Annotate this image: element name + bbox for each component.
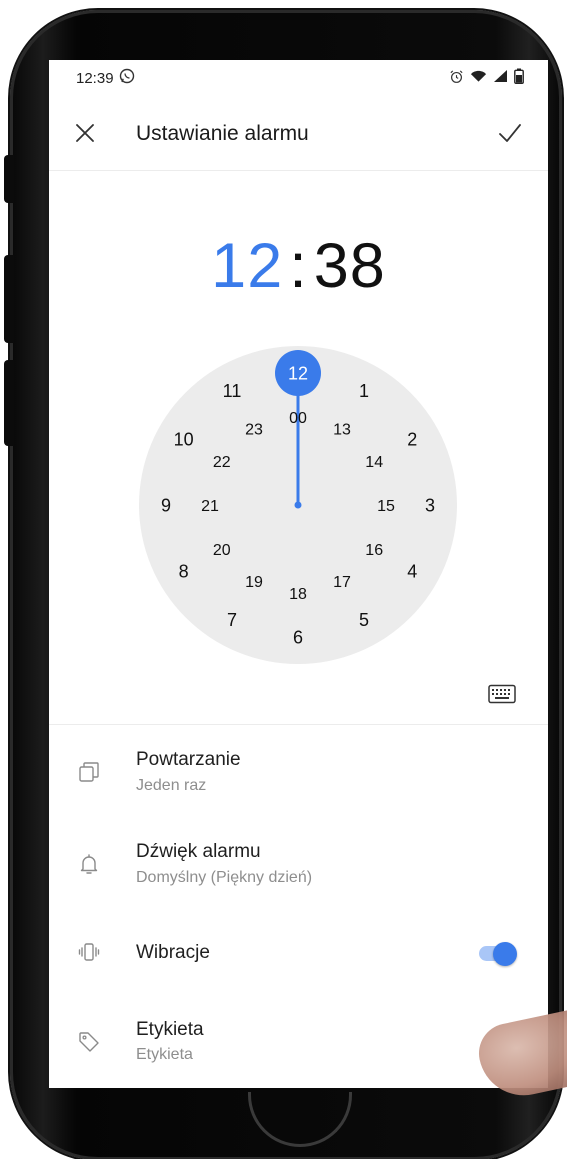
hours-value[interactable]: 12 xyxy=(211,231,283,301)
hour-dial[interactable]: 12 1 2 3 4 5 6 7 8 9 10 11 00 13 14 15 16 17 18 19 20 21 22 23 xyxy=(139,346,457,664)
dial-outer-number[interactable]: 2 xyxy=(407,429,417,449)
app-header: Ustawianie alarmu xyxy=(49,96,548,171)
dial-inner-number[interactable]: 15 xyxy=(377,498,395,515)
vibration-row[interactable]: Wibracje xyxy=(49,928,548,978)
page-title: Ustawianie alarmu xyxy=(136,122,309,145)
tag-value: Etykieta xyxy=(136,1046,193,1063)
hour-dial-svg[interactable]: 121234567891011 001314151617181920212223 xyxy=(139,346,457,664)
dial-inner-number[interactable]: 13 xyxy=(333,422,351,439)
dial-outer-number[interactable]: 1 xyxy=(359,381,369,401)
wifi-icon xyxy=(470,70,487,82)
toggle-knob xyxy=(493,942,517,966)
battery-icon xyxy=(514,68,524,84)
dial-center xyxy=(294,501,302,509)
dial-inner-number[interactable]: 19 xyxy=(245,574,263,591)
repeat-row[interactable]: Powtarzanie Jeden raz xyxy=(49,740,548,820)
dial-outer-number[interactable]: 7 xyxy=(227,610,237,630)
dial-outer-number[interactable]: 11 xyxy=(223,381,242,401)
alarm-sound-row[interactable]: Dźwięk alarmu Domyślny (Piękny dzień) xyxy=(49,832,548,912)
alarm-clock-icon xyxy=(450,69,463,83)
vibrate-icon xyxy=(78,943,100,961)
phone-screen: 12:39 Ustawianie alarmu 12:38 12 1 2 3 4… xyxy=(49,60,548,1088)
status-icons xyxy=(449,68,524,84)
dial-outer-number[interactable]: 12 xyxy=(288,363,308,383)
label-row[interactable]: Etykieta Etykieta xyxy=(49,1010,548,1088)
tag-icon xyxy=(79,1032,99,1052)
keyboard-icon[interactable] xyxy=(488,684,516,704)
dial-outer-number[interactable]: 6 xyxy=(293,627,303,647)
phone-side-button xyxy=(4,360,14,446)
dial-inner-number[interactable]: 17 xyxy=(333,574,351,591)
vibration-toggle[interactable] xyxy=(479,942,517,966)
time-separator: : xyxy=(289,231,308,301)
alarm-sound-label: Dźwięk alarmu xyxy=(136,841,261,862)
dial-inner-number[interactable]: 23 xyxy=(245,422,263,439)
status-time: 12:39 xyxy=(76,70,114,87)
dial-outer-number[interactable]: 5 xyxy=(359,610,369,630)
dial-inner-number[interactable]: 16 xyxy=(365,542,383,559)
dial-inner-number[interactable]: 21 xyxy=(201,498,219,515)
phone-side-button xyxy=(4,255,14,343)
section-divider xyxy=(49,724,548,725)
dial-inner-number[interactable]: 14 xyxy=(365,454,383,471)
dial-inner-number[interactable]: 00 xyxy=(289,410,307,427)
tag-label: Etykieta xyxy=(136,1019,204,1040)
stage: 12:39 Ustawianie alarmu 12:38 12 1 2 3 4… xyxy=(0,0,567,1159)
whatsapp-icon xyxy=(119,68,135,84)
time-display: 12:38 xyxy=(49,230,548,302)
status-bar: 12:39 xyxy=(49,60,548,96)
dial-outer-number[interactable]: 4 xyxy=(407,561,417,581)
close-icon[interactable] xyxy=(74,122,96,144)
dial-inner-number[interactable]: 18 xyxy=(289,586,307,603)
bell-icon xyxy=(80,854,98,874)
dial-inner-number[interactable]: 22 xyxy=(213,454,231,471)
repeat-label: Powtarzanie xyxy=(136,749,241,770)
dial-outer-number[interactable]: 3 xyxy=(425,495,435,515)
copy-icon xyxy=(79,762,99,782)
signal-icon xyxy=(494,70,507,82)
dial-outer-number[interactable]: 10 xyxy=(174,429,194,449)
dial-outer-number[interactable]: 9 xyxy=(161,495,171,515)
dial-outer-number[interactable]: 8 xyxy=(179,561,189,581)
dial-inner-number[interactable]: 20 xyxy=(213,542,231,559)
minutes-value[interactable]: 38 xyxy=(314,231,386,301)
phone-side-button xyxy=(4,155,14,203)
check-icon[interactable] xyxy=(498,122,522,144)
alarm-sound-value: Domyślny (Piękny dzień) xyxy=(136,869,313,886)
repeat-value: Jeden raz xyxy=(136,777,207,794)
vibration-label: Wibracje xyxy=(136,942,210,963)
